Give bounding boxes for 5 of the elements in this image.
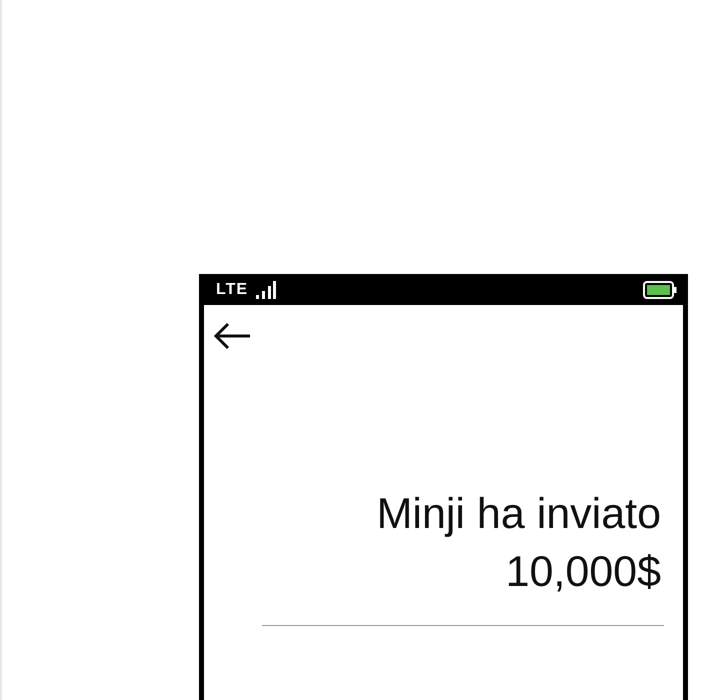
network-label: LTE (216, 280, 248, 300)
message-text: Minji ha inviato 10,000$ (376, 489, 661, 598)
back-arrow-icon[interactable] (212, 321, 252, 351)
battery-icon (643, 280, 677, 298)
signal-icon (256, 280, 276, 298)
